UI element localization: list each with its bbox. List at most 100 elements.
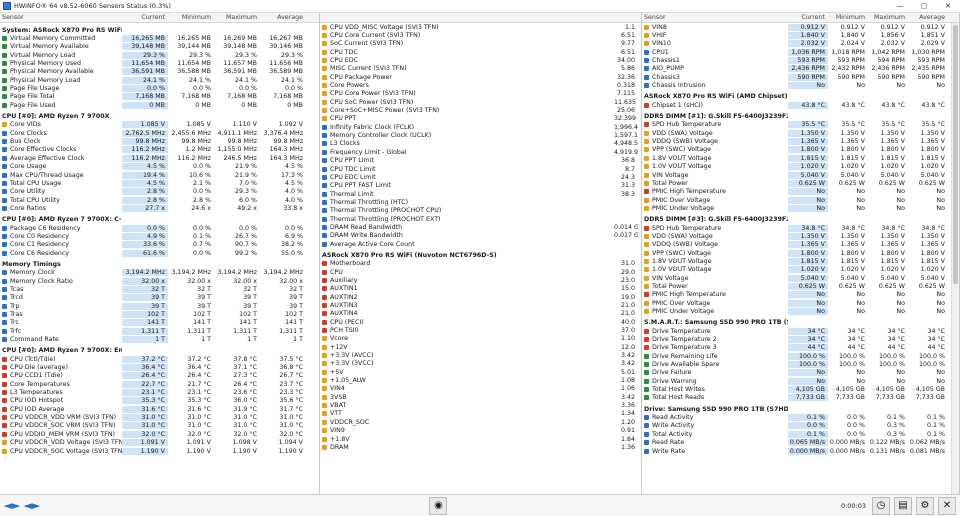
sensor-row[interactable]: CPU (PECI) 40.0 <box>320 318 641 326</box>
sensor-row[interactable]: 1.0V VOUT Voltage 1.020 V 1.020 V 1.020 V 1.… <box>642 266 959 274</box>
sensor-row[interactable]: CPU VDDCR_VDD VRM (SVI3 TFN) 31.0 °C 31.0 … <box>0 413 319 422</box>
sensor-row[interactable]: Command Rate 1 T 1 T 1 T 1 T <box>0 335 319 344</box>
sensor-row[interactable]: L3 Clocks 4,948.5 <box>320 140 641 148</box>
sensor-row[interactable]: Total Power 0.625 W 0.625 W 0.625 W 0.625 W <box>642 179 959 187</box>
sensor-row[interactable]: DRAM Write Bandwidth 0.017 G <box>320 232 641 240</box>
sensor-row[interactable]: Virtual Memory Load 29.3 % 29.3 % 29.3 % 29.… <box>0 51 319 59</box>
sensor-row[interactable]: VPP (SWC) Voltage 1.800 V 1.800 V 1.800 V 1.… <box>642 146 959 154</box>
sensor-row[interactable]: VIN10 2.032 V 2.024 V 2.032 V 2.029 V <box>642 40 959 48</box>
sensor-row[interactable]: Core Usage 4.5 % 0.0 % 21.9 % 4.5 % <box>0 163 319 171</box>
sensor-row[interactable]: CPU EDC Limit 24.3 <box>320 173 641 181</box>
sensor-row[interactable]: DRAM 1.36 <box>320 443 641 451</box>
sensor-row[interactable]: +5V 5.01 <box>320 368 641 376</box>
sensor-row[interactable]: Average Effective Clock 116.2 MHz 116.2 MH… <box>0 154 319 162</box>
sensor-row[interactable]: CPU EDC 34.00 <box>320 56 641 64</box>
sensor-group-header[interactable]: CPU [#0]: AMD Ryzen 7 9700X: C-State Res… <box>0 216 319 224</box>
sensor-row[interactable]: Core VIDs 1.085 V 1.085 V 1.110 V 1.092 V <box>0 121 319 129</box>
sensor-row[interactable]: 1.8V VOUT Voltage 1.815 V 1.815 V 1.815 V 1.… <box>642 154 959 162</box>
sensor-group-header[interactable]: DDR5 DIMM [#3]: G.Skill F5-6400J3239F24G… <box>642 216 959 224</box>
close-icon[interactable]: ✕ <box>938 496 956 515</box>
sensor-row[interactable]: SoC Current (SVI3 TFN) 9.77 <box>320 40 641 48</box>
header-maximum[interactable]: Maximum <box>214 14 260 21</box>
sensor-row[interactable]: 1.8V VOUT Voltage 1.815 V 1.815 V 1.815 V 1.… <box>642 257 959 265</box>
sensor-row[interactable]: Vcore 1.10 <box>320 335 641 343</box>
sensor-row[interactable]: DRAM Read Bandwidth 0.014 G <box>320 223 641 231</box>
sensor-row[interactable]: 3VSB 3.42 <box>320 393 641 401</box>
sensor-row[interactable]: Package C6 Residency 0.0 % 0.0 % 0.0 % 0.0 % <box>0 224 319 232</box>
sensor-row[interactable]: VHIF 1.840 V 1.840 V 1.856 V 1.851 V <box>642 31 959 40</box>
sensor-row[interactable]: CPU CCD1 (Tdie) 26.4 °C 26.4 °C 27.3 °C 26.7… <box>0 372 319 380</box>
clock-icon[interactable]: ◷ <box>872 496 890 515</box>
sensor-row[interactable]: Core+SoC+MISC Power (SVI3 TFN) 25.06 <box>320 106 641 114</box>
sensor-row[interactable]: Page File Usage 0.0 % 0.0 % 0.0 % 0.0 % <box>0 84 319 93</box>
network-icon[interactable]: ◉ <box>429 496 448 515</box>
sensor-group-header[interactable]: ASRock X870 Pro RS WiFi (AMD Chipset) <box>642 93 959 101</box>
sensor-row[interactable]: Thermal Throttling (HTC) <box>320 198 641 206</box>
sensor-row[interactable]: CPU Package Power 32.36 <box>320 73 641 81</box>
sensor-row[interactable]: Read Activity 0.1 % 0.0 % 0.1 % 0.1 % <box>642 413 959 422</box>
navigate-right-button[interactable]: ◄► <box>24 499 41 513</box>
header-average[interactable]: Average <box>908 14 948 21</box>
vertical-scrollbar[interactable] <box>951 23 959 494</box>
sensor-row[interactable]: Physical Memory Available 36,591 MB 36,588… <box>0 68 319 76</box>
sensor-row[interactable]: VIN Voltage 5.040 V 5.040 V 5.040 V 5.040 V <box>642 171 959 179</box>
sensor-row[interactable]: Bus Clock 99.8 MHz 99.8 MHz 99.8 MHz 99.8 MH… <box>0 137 319 146</box>
sensor-row[interactable]: CPU Die (average) 36.4 °C 36.4 °C 37.1 °C 36… <box>0 363 319 372</box>
sensor-row[interactable]: PMIC Over Voltage No No No No <box>642 299 959 307</box>
sensor-row[interactable]: Physical Memory Load 24.1 % 24.1 % 24.1 % 24… <box>0 76 319 84</box>
sensor-row[interactable]: Frequency Limit - Global 4,919.9 <box>320 148 641 156</box>
sensor-group-header[interactable]: Drive: Samsung SSD 990 PRO 1TB (S7HDNF1Y… <box>642 405 959 413</box>
sensor-row[interactable]: SPD Hub Temperature 35.5 °C 35.5 °C 35.5 °C… <box>642 121 959 129</box>
sensor-row[interactable]: PMIC Under Voltage No No No No <box>642 307 959 316</box>
header-sensor[interactable]: Sensor <box>0 14 122 21</box>
sensor-row[interactable]: CPU Core Current (SVI3 TFN) 6.51 <box>320 31 641 39</box>
sensor-row[interactable]: 1.0V VOUT Voltage 1.020 V 1.020 V 1.020 V 1.… <box>642 163 959 171</box>
sensor-row[interactable]: CPU VDD_MISC Voltage (SVI3 TFN) 1.1 <box>320 23 641 31</box>
sensor-row[interactable]: Infinity Fabric Clock (FCLK) 1,996.4 <box>320 123 641 131</box>
sensor-row[interactable]: Virtual Memory Available 39,148 MB 39,144 … <box>0 43 319 51</box>
sensor-row[interactable]: Core C0 Residency 4.9 % 0.1 % 26.7 % 6.9 % <box>0 232 319 240</box>
sensor-row[interactable]: Total Activity 0.1 % 0.0 % 0.3 % 0.1 % <box>642 430 959 438</box>
sensor-row[interactable]: Core C6 Residency 61.6 % 0.0 % 99.2 % 55.0 % <box>0 249 319 257</box>
sensor-pane-right[interactable]: Sensor Current Minimum Maximum Average V… <box>642 13 960 494</box>
sensor-pane-left[interactable]: Sensor Current Minimum Maximum Average S… <box>0 13 320 494</box>
sensor-row[interactable]: Core C1 Residency 33.6 % 0.7 % 90.7 % 38.2 % <box>0 241 319 249</box>
column-header[interactable]: Sensor Current Minimum Maximum Average <box>0 13 319 23</box>
sensor-row[interactable]: PMIC Over Voltage No No No No <box>642 196 959 204</box>
sensor-row[interactable]: Drive Remaining Life 100.0 % 100.0 % 100.0 … <box>642 352 959 360</box>
sensor-row[interactable]: Chassis Intrusion No No No No <box>642 81 959 90</box>
maximize-button[interactable]: ▢ <box>912 2 936 10</box>
sensor-row[interactable]: CPU VDDCR_VDD Voltage (SVI3 TFN) 1.091 V1… <box>0 439 319 447</box>
sensor-row[interactable]: VDD (SWA) Voltage 1.350 V 1.350 V 1.350 V 1.… <box>642 232 959 240</box>
sensor-row[interactable]: CPU PPT 32.399 <box>320 115 641 123</box>
navigate-left-button[interactable]: ◄► <box>4 499 21 513</box>
sensor-row[interactable]: VTT 1.34 <box>320 410 641 418</box>
sensor-row[interactable]: VIN4 1.06 <box>320 385 641 393</box>
sensor-row[interactable]: VIN Voltage 5.040 V 5.040 V 5.040 V 5.040 V <box>642 274 959 282</box>
sensor-row[interactable]: Thermal Limit 38.3 <box>320 190 641 198</box>
sensor-row[interactable]: VIN9 0.91 <box>320 427 641 435</box>
header-sensor[interactable]: Sensor <box>642 14 788 21</box>
header-current[interactable]: Current <box>788 14 828 21</box>
sensor-row[interactable]: Motherboard 31.0 <box>320 260 641 268</box>
sensor-row[interactable]: Core Utility 2.8 % 0.0 % 29.3 % 4.0 % <box>0 188 319 196</box>
sensor-row[interactable]: CPU IOD Average 31.6 °C 31.6 °C 31.9 °C 31.7… <box>0 405 319 413</box>
sensor-row[interactable]: CPU VDDIO_MEM VRM (SVI3 TFN) 32.0 °C 32.0 … <box>0 430 319 438</box>
sensor-row[interactable]: Drive Available Spare 100.0 % 100.0 % 100.0… <box>642 360 959 369</box>
sensor-group-header[interactable]: CPU [#0]: AMD Ryzen 7 9700X: Enhanced <box>0 347 319 355</box>
column-header[interactable] <box>320 13 641 23</box>
sensor-row[interactable]: Total CPU Utility 2.8 % 2.8 % 6.0 % 4.0 % <box>0 196 319 204</box>
sensor-row[interactable]: Drive Temperature 2 34 °C 34 °C 34 °C 34 °C <box>642 335 959 344</box>
sensor-row[interactable]: +1.05_ALW 1.08 <box>320 376 641 384</box>
sensor-row[interactable]: CPU PPT Limit 36.8 <box>320 157 641 165</box>
sensor-row[interactable]: +3.3V (3VCC) 3.42 <box>320 360 641 368</box>
sensor-group-header[interactable]: ASRock X870 Pro RS WiFi (Nuvoton NCT6796… <box>320 251 641 259</box>
sensor-row[interactable]: SPD Hub Temperature 34.8 °C 34.8 °C 34.8 °C… <box>642 224 959 232</box>
sensor-row[interactable]: Read Rate 0.065 MB/s 0.000 MB/s 0.122 MB/s 0… <box>642 439 959 447</box>
log-icon[interactable]: ▤ <box>894 496 912 515</box>
sensor-row[interactable]: CPU TDC Limit 8.7 <box>320 165 641 173</box>
sensor-group-header[interactable]: Memory Timings <box>0 260 319 268</box>
header-minimum[interactable]: Minimum <box>168 14 214 21</box>
sensor-row[interactable]: CPU (Tctl/Tdie) 37.2 °C 37.2 °C 37.8 °C 37.5… <box>0 355 319 363</box>
sensor-row[interactable]: +3.3V (AVCC) 3.42 <box>320 351 641 359</box>
